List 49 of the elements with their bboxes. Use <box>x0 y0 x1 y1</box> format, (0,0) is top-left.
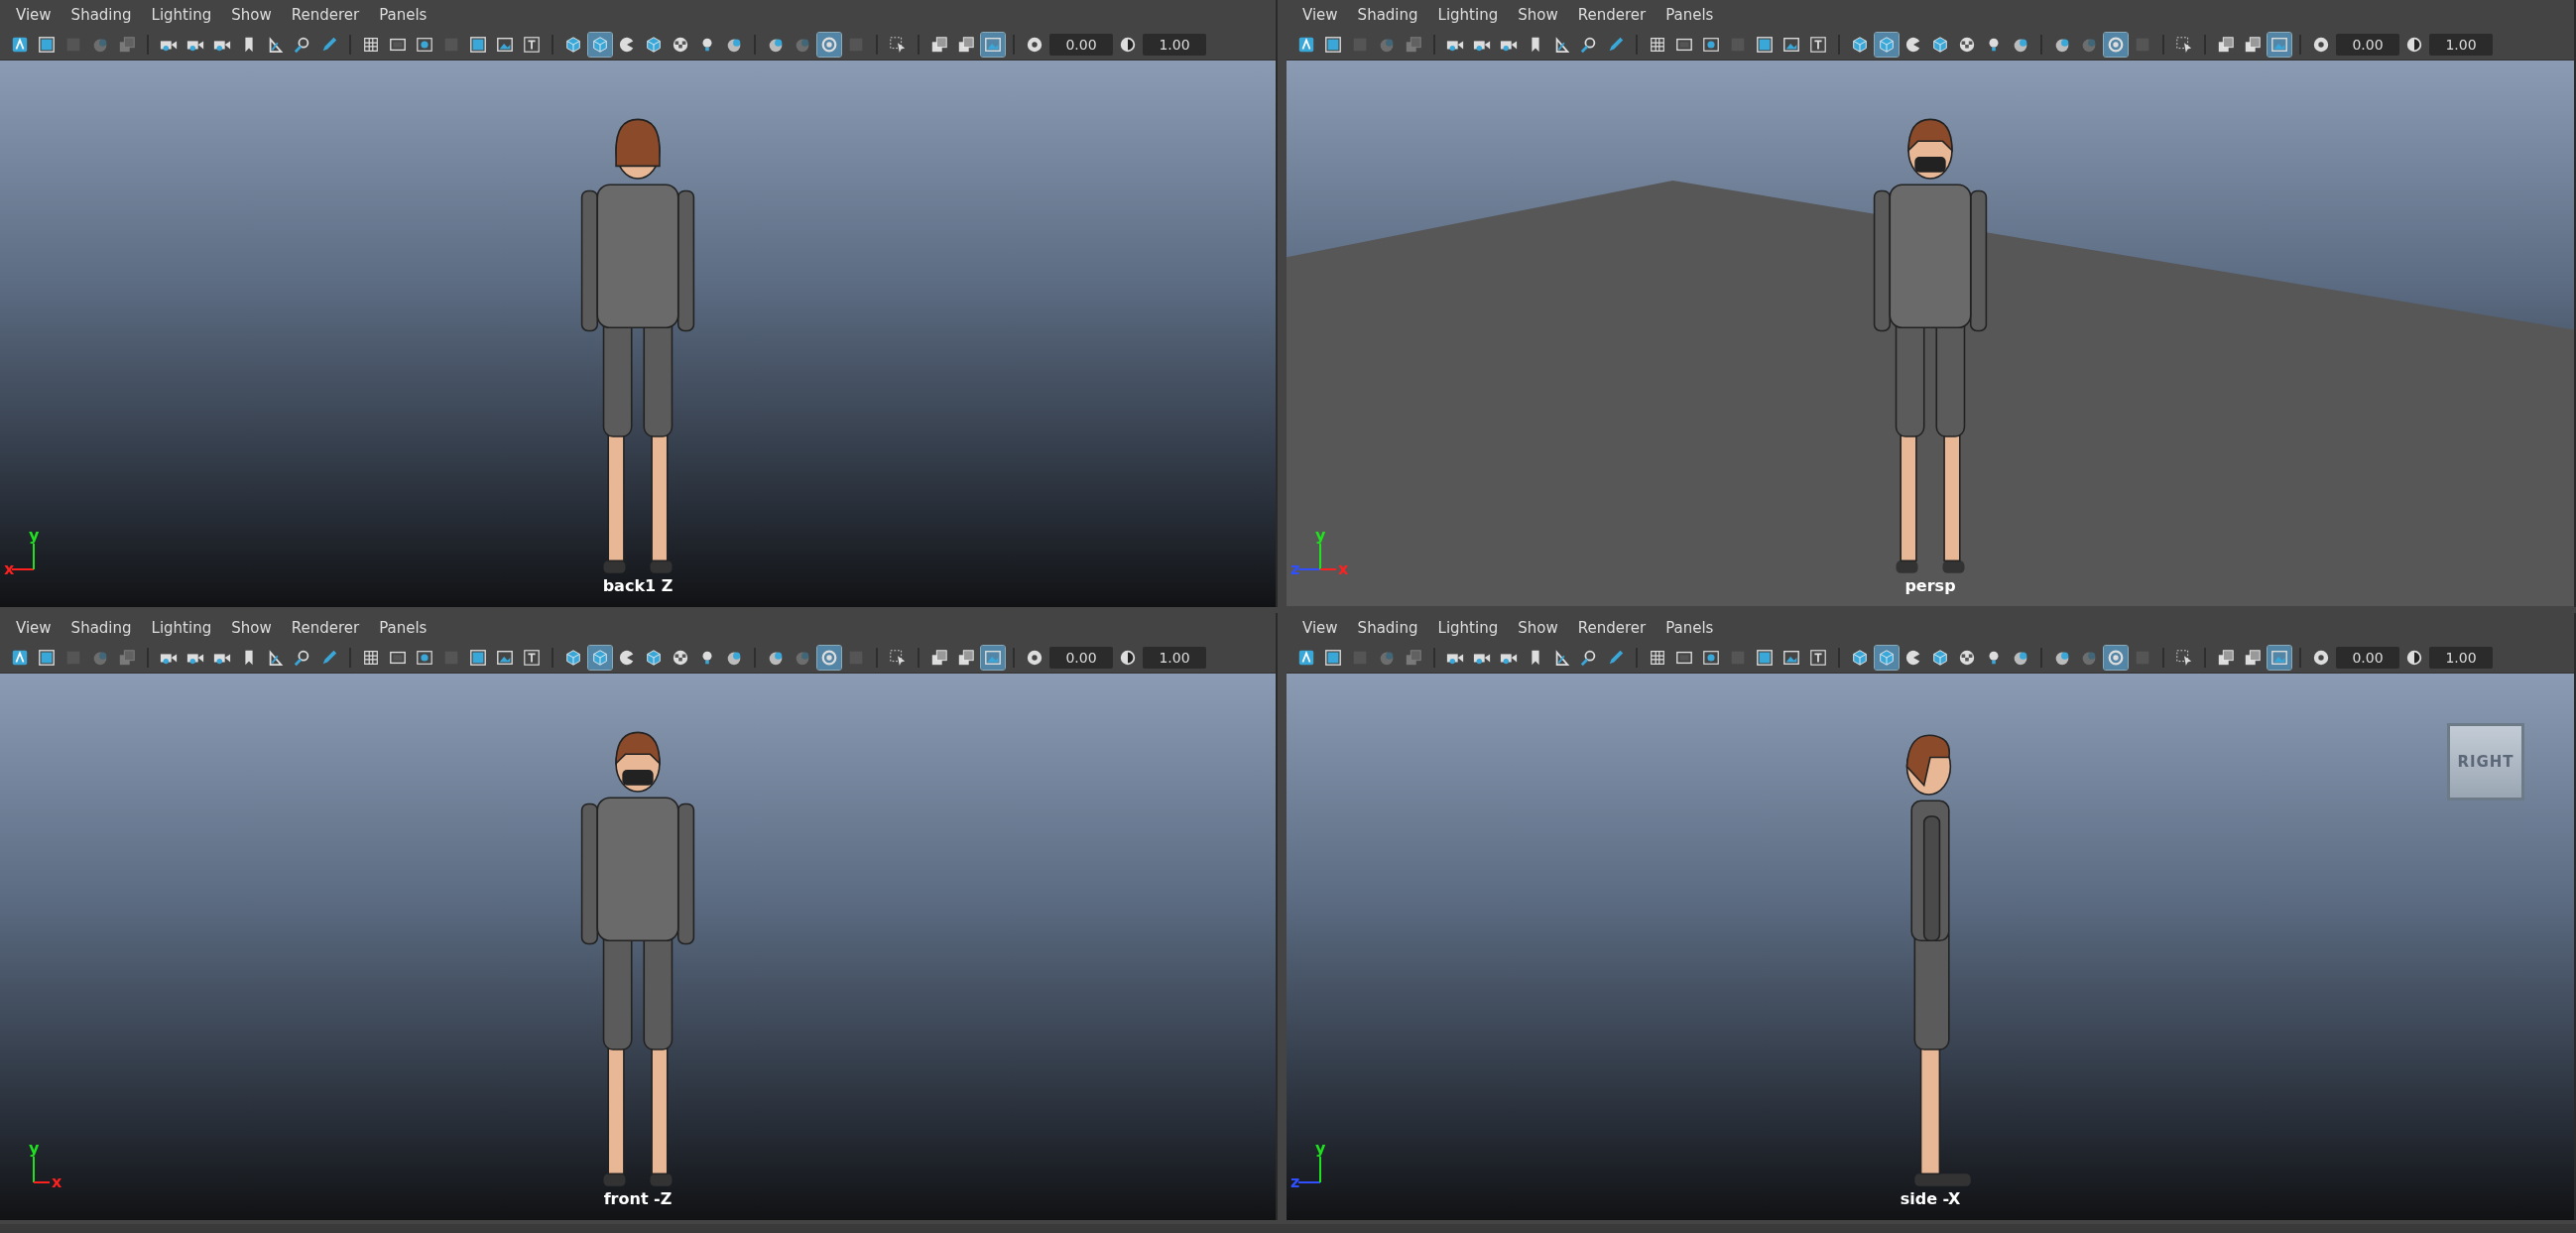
ring-icon[interactable] <box>2104 646 2128 670</box>
menu-item[interactable]: Lighting <box>145 619 226 637</box>
menu-item[interactable]: Show <box>1512 619 1572 637</box>
gamma-field[interactable]: 1.00 <box>1143 647 1206 669</box>
axis-label: x <box>52 1174 62 1190</box>
camera-label: back1 Z <box>602 576 674 595</box>
axis-label: z <box>1290 561 1300 577</box>
camera-label: side -X <box>1900 1189 1961 1208</box>
menu-item[interactable]: View <box>10 6 65 24</box>
menu-item[interactable]: Renderer <box>1571 619 1660 637</box>
axis-label: z <box>1290 1174 1300 1190</box>
camera-label: front -Z <box>603 1189 673 1208</box>
axis-label: x <box>4 561 15 577</box>
exposure-field[interactable]: 0.00 <box>2336 34 2399 56</box>
menu-item[interactable]: Panels <box>373 619 441 637</box>
menu-item[interactable]: Show <box>1512 6 1572 24</box>
menu-item[interactable]: Show <box>225 619 286 637</box>
exposure-field[interactable]: 0.00 <box>1049 647 1113 669</box>
axis-label: x <box>1338 561 1349 577</box>
exposure-field[interactable]: 0.00 <box>2336 647 2399 669</box>
ring-icon[interactable] <box>2104 33 2128 57</box>
menu-item[interactable]: View <box>10 619 65 637</box>
menu-item[interactable]: Shading <box>1351 6 1432 24</box>
ring-icon[interactable] <box>817 33 841 57</box>
menu-item[interactable]: Shading <box>1351 619 1432 637</box>
menu-item[interactable]: Shading <box>64 619 146 637</box>
menu-item[interactable]: Panels <box>373 6 441 24</box>
axis-label: y <box>29 1141 40 1157</box>
menu-item[interactable]: Lighting <box>145 6 226 24</box>
menu-item[interactable]: Panels <box>1659 6 1728 24</box>
gamma-field[interactable]: 1.00 <box>1143 34 1206 56</box>
menu-item[interactable]: Renderer <box>1571 6 1660 24</box>
camera-label: persp <box>1904 576 1956 595</box>
menu-item[interactable]: Panels <box>1659 619 1728 637</box>
menu-item[interactable]: Lighting <box>1431 619 1513 637</box>
gamma-field[interactable]: 1.00 <box>2429 34 2493 56</box>
menu-item[interactable]: Renderer <box>285 619 374 637</box>
menu-item[interactable]: Renderer <box>285 6 374 24</box>
menu-item[interactable]: View <box>1296 619 1352 637</box>
menu-item[interactable]: Shading <box>64 6 146 24</box>
axis-label: y <box>1315 528 1326 544</box>
ring-icon[interactable] <box>817 646 841 670</box>
gamma-field[interactable]: 1.00 <box>2429 647 2493 669</box>
axis-label: y <box>1315 1141 1326 1157</box>
menu-item[interactable]: Show <box>225 6 286 24</box>
menu-item[interactable]: View <box>1296 6 1352 24</box>
exposure-field[interactable]: 0.00 <box>1049 34 1113 56</box>
axis-label: y <box>29 528 40 544</box>
menu-item[interactable]: Lighting <box>1431 6 1513 24</box>
